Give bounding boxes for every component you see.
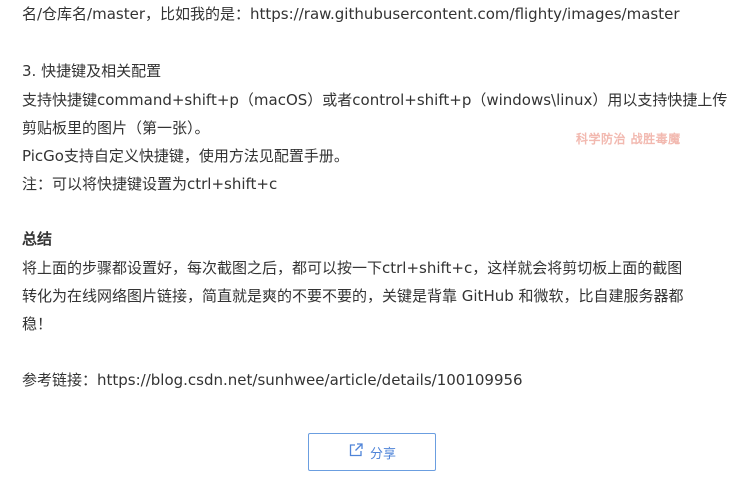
text-line-summary-1: 将上面的步骤都设置好，每次截图之后，都可以按一下ctrl+shift+c，这样就… [22,259,683,277]
text-line-summary-3: 稳！ [22,315,53,333]
share-button[interactable]: 分享 [308,433,436,471]
watermark-text: 科学防治 战胜毒魔 [576,132,681,146]
share-icon [348,442,370,462]
text-line-summary-2: 转化为在线网络图片链接，简直就是爽的不要不要的，关键是背靠 GitHub 和微软… [22,287,684,305]
reference-link-line[interactable]: 参考链接：https://blog.csdn.net/sunhwee/artic… [22,366,523,394]
text-line-shortcut-desc: 支持快捷键command+shift+p（macOS）或者control+shi… [22,91,728,109]
text-line-note: 注：可以将快捷键设置为ctrl+shift+c [22,175,278,193]
share-button-label: 分享 [369,446,396,462]
section-heading-summary: 总结 [22,230,53,248]
text-line-repo-path: 名/仓库名/master，比如我的是：https://raw.githubuse… [22,5,680,23]
text-line-clipboard: 剪贴板里的图片（第一张）。 [22,119,210,137]
section-heading-shortcuts: 3. 快捷键及相关配置 [22,62,162,80]
text-line-picgo-custom: PicGo支持自定义快捷键，使用方法见配置手册。 [22,147,349,165]
